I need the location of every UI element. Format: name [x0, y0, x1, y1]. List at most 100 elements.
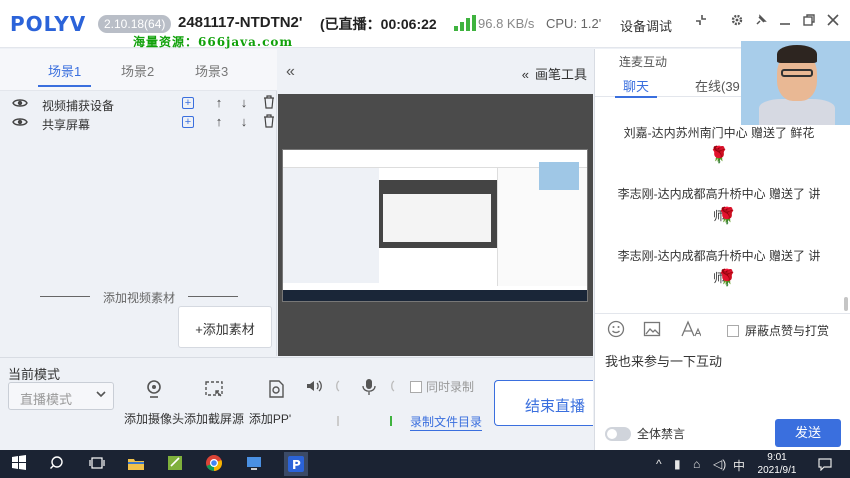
font-icon[interactable]: [681, 320, 702, 342]
shrink-icon[interactable]: [692, 12, 710, 32]
block-gifts-checkbox[interactable]: 屏蔽点赞与打赏: [727, 322, 829, 339]
polyv-app-icon[interactable]: P: [284, 452, 308, 476]
scene-tabs: 场景1 场景2 场景3: [0, 49, 277, 91]
taskbar-clock[interactable]: 9:01 2021/9/1: [750, 451, 804, 477]
source-ops: + ↑ ↓: [182, 95, 277, 113]
mute-all-toggle[interactable]: 全体禁言: [605, 425, 685, 442]
task-view-icon[interactable]: [88, 454, 108, 474]
version-badge: 2.10.18(64): [98, 15, 172, 33]
device-debug-button[interactable]: 设备调试: [620, 16, 672, 35]
add-camera-button[interactable]: 添加摄像头: [122, 378, 186, 438]
source-label: 视频捕获设备: [42, 99, 115, 113]
end-live-button[interactable]: 结束直播: [494, 380, 593, 426]
remote-app-icon[interactable]: [245, 454, 265, 474]
sync-record-checkbox[interactable]: 同时录制: [410, 378, 474, 395]
sync-record-label: 同时录制: [426, 380, 475, 394]
mic-level-icon: [388, 378, 396, 397]
chevron-down-icon: [96, 391, 106, 398]
add-ppt-label: 添加PP': [248, 412, 292, 426]
tray-chevron-icon[interactable]: ^: [656, 457, 662, 471]
arrow-up-icon[interactable]: ↑: [212, 95, 226, 111]
collapse-icon: «: [521, 67, 529, 82]
checkbox-box[interactable]: [410, 381, 422, 393]
source-row[interactable]: 共享屏幕 + ↑ ↓: [0, 114, 277, 132]
send-button[interactable]: 发送: [775, 419, 841, 447]
thumb-left: [283, 168, 379, 283]
mic-volume-bar[interactable]: [390, 416, 392, 426]
pen-tool-label: 画笔工具: [534, 67, 587, 82]
mode-label: 当前模式: [8, 367, 61, 382]
tab-scene-3[interactable]: 场景3: [195, 61, 228, 80]
trash-icon[interactable]: [262, 95, 276, 111]
thumb-center-content: [383, 194, 491, 242]
eye-icon[interactable]: [12, 95, 28, 111]
add-icon[interactable]: +: [182, 97, 194, 109]
microphone-icon[interactable]: [361, 378, 377, 399]
net-speed: 96.8 KB/s: [478, 16, 535, 31]
preview-header: « « 画笔工具: [278, 49, 593, 94]
add-camera-label: 添加摄像头: [123, 412, 184, 426]
thumb-taskbar: [283, 290, 587, 301]
add-material-button[interactable]: +添加素材: [178, 306, 272, 348]
message-text: 刘嘉-达内苏州南门中心 赠送了 鲜花: [623, 126, 815, 140]
file-explorer-icon[interactable]: [127, 454, 147, 474]
restore-icon[interactable]: [800, 12, 818, 32]
arrow-up-icon[interactable]: ↑: [212, 114, 226, 130]
mute-all-label: 全体禁言: [637, 427, 686, 441]
minimize-icon[interactable]: [776, 12, 794, 32]
scene-panel: 场景1 场景2 场景3 视频捕获设备 + ↑ ↓ 共享屏幕 + ↑ ↓ 添加视频…: [0, 49, 277, 356]
notification-icon[interactable]: [818, 457, 832, 474]
source-ops: + ↑ ↓: [182, 114, 277, 132]
speaker-volume-bar[interactable]: [337, 416, 339, 426]
live-duration: (已直播：00:06:22: [320, 16, 437, 32]
emoji-icon[interactable]: [607, 320, 625, 342]
collapse-left-icon[interactable]: «: [286, 63, 295, 81]
chat-input[interactable]: 我也来参与一下互动: [605, 351, 722, 370]
screenshot-icon: [205, 381, 223, 397]
mode-select[interactable]: 直播模式: [8, 382, 114, 410]
rose-icon: 🌹: [709, 146, 729, 164]
notes-app-icon[interactable]: [166, 454, 186, 474]
toggle-switch[interactable]: [605, 427, 631, 441]
arrow-down-icon[interactable]: ↓: [237, 114, 251, 130]
webcam-glasses: [781, 69, 813, 77]
tab-chat[interactable]: 聊天: [614, 76, 658, 98]
record-dir-link[interactable]: 录制文件目录: [410, 413, 483, 431]
live-preview: [278, 94, 593, 356]
chrome-icon[interactable]: [205, 454, 225, 474]
svg-text:P: P: [292, 458, 301, 472]
volume-icon[interactable]: ◁): [713, 457, 726, 471]
tab-scene-1[interactable]: 场景1: [37, 61, 92, 87]
add-material-divider: 添加视频素材: [40, 289, 238, 305]
screen-share-thumbnail: [282, 149, 588, 302]
network-icon[interactable]: ⌂: [693, 457, 700, 471]
interaction-panel: 连麦互动 聊天 在线(39 刘嘉-达内苏州南门中心 赠送了 鲜花 🌹 李志刚-达…: [594, 41, 850, 450]
clock-time: 9:01: [767, 452, 787, 463]
add-ppt-button[interactable]: 添加PP': [244, 378, 308, 438]
gear-icon[interactable]: [728, 12, 746, 32]
speaker-icon[interactable]: [305, 378, 323, 397]
arrow-down-icon[interactable]: ↓: [237, 95, 251, 111]
windows-start-icon[interactable]: [10, 454, 30, 474]
rose-icon: 🌹: [717, 207, 737, 225]
chat-scrollbar[interactable]: [844, 297, 848, 311]
checkbox-box[interactable]: [727, 325, 739, 337]
tab-online[interactable]: 在线(39: [695, 76, 740, 95]
tab-scene-2[interactable]: 场景2: [121, 61, 154, 80]
clock-date: 2021/9/1: [757, 465, 797, 476]
windows-taskbar: P ^ ▮ ⌂ ◁) 中 9:01 2021/9/1: [0, 450, 850, 478]
trash-icon[interactable]: [262, 114, 276, 130]
pen-tool-button[interactable]: « 画笔工具: [522, 64, 587, 83]
add-icon[interactable]: +: [182, 116, 194, 128]
source-label: 共享屏幕: [42, 118, 91, 132]
usb-icon[interactable]: ▮: [674, 457, 681, 471]
close-icon[interactable]: [824, 12, 842, 32]
pin-icon[interactable]: [752, 12, 770, 32]
source-row[interactable]: 视频捕获设备 + ↑ ↓: [0, 95, 277, 113]
add-screenshot-button[interactable]: 添加截屏源: [182, 378, 246, 438]
ime-indicator[interactable]: 中: [733, 457, 745, 474]
eye-icon[interactable]: [12, 114, 28, 130]
image-icon[interactable]: [643, 320, 661, 342]
search-icon[interactable]: [49, 454, 69, 474]
cpu-usage: CPU: 1.2': [546, 16, 602, 31]
